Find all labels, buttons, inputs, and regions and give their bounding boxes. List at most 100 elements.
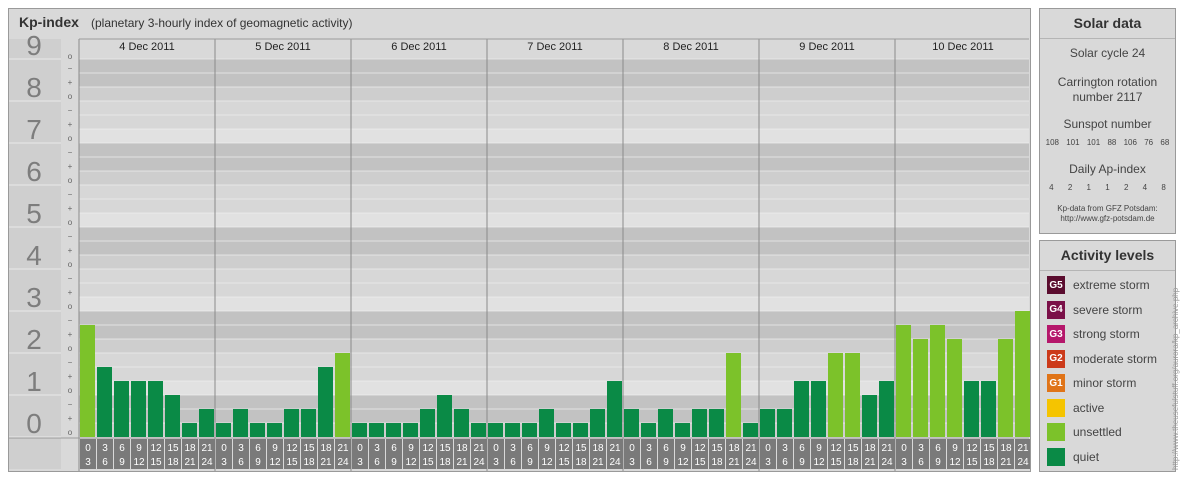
sunspot-values: 108 101 101 88 106 76 68: [1042, 138, 1173, 147]
y-minor-tick-label: +: [68, 162, 73, 171]
kp-bar: [981, 381, 996, 437]
interval-end-label: 15: [150, 457, 162, 468]
source-line-1: Kp-data from GFZ Potsdam:: [1057, 204, 1158, 213]
kp-bar: [335, 353, 350, 437]
sunspot-value-5: 76: [1144, 138, 1154, 147]
day-label: 5 Dec 2011: [255, 41, 310, 53]
interval-start-label: 9: [408, 443, 414, 454]
y-tick-label: 6: [26, 156, 42, 187]
level-swatch: G1: [1047, 374, 1065, 392]
kp-bar: [471, 423, 486, 437]
y-tick-label: 7: [26, 114, 42, 145]
interval-start-label: 12: [966, 443, 978, 454]
interval-start-label: 15: [575, 443, 587, 454]
interval-end-label: 24: [881, 457, 893, 468]
kp-bar: [386, 423, 401, 437]
kp-bar: [879, 381, 894, 437]
interval-start-label: 12: [422, 443, 434, 454]
level-label: moderate storm: [1073, 351, 1158, 366]
interval-end-label: 21: [592, 457, 604, 468]
interval-end-label: 12: [405, 457, 417, 468]
interval-end-label: 15: [422, 457, 434, 468]
y-minor-tick-label: o: [68, 218, 73, 227]
y-tick-label: 5: [26, 198, 42, 229]
kp-bar: [301, 408, 316, 437]
kp-bar: [369, 423, 384, 437]
interval-start-label: 6: [119, 443, 125, 454]
interval-end-label: 21: [320, 457, 332, 468]
y-minor-tick-label: o: [68, 52, 73, 61]
level-swatch: [1047, 447, 1065, 466]
y-tick-label: 3: [26, 282, 42, 313]
activity-level-2: G3 strong storm: [1047, 324, 1140, 344]
interval-end-label: 12: [949, 457, 961, 468]
interval-end-label: 18: [847, 457, 859, 468]
interval-end-label: 9: [935, 457, 941, 468]
interval-start-label: 21: [201, 443, 213, 454]
kp-bar: [896, 324, 911, 437]
source-link[interactable]: http://www.gfz-potsdam.de: [1040, 214, 1175, 224]
kp-bar: [794, 381, 809, 437]
y-tick-label: 9: [26, 30, 42, 61]
interval-end-label: 15: [830, 457, 842, 468]
level-swatch: G5: [1047, 276, 1065, 294]
ap-value-3: 1: [1105, 183, 1110, 192]
interval-end-label: 15: [286, 457, 298, 468]
y-minor-tick-label: +: [68, 204, 73, 213]
interval-start-label: 3: [510, 443, 516, 454]
interval-start-label: 21: [473, 443, 485, 454]
interval-end-label: 3: [629, 457, 635, 468]
y-minor-tick-label: −: [68, 358, 73, 367]
interval-end-label: 18: [575, 457, 587, 468]
y-minor-tick-label: −: [68, 64, 73, 73]
interval-start-label: 12: [694, 443, 706, 454]
day-label: 4 Dec 2011: [119, 41, 174, 53]
interval-end-label: 6: [374, 457, 380, 468]
interval-start-label: 3: [646, 443, 652, 454]
kp-bar: [556, 423, 571, 437]
kp-bar: [80, 324, 95, 437]
ap-value-1: 2: [1067, 183, 1073, 192]
kp-bar: [488, 423, 503, 437]
y-minor-tick-label: o: [68, 344, 73, 353]
y-tick-label: 1: [26, 366, 42, 397]
interval-end-label: 3: [493, 457, 499, 468]
band-low-7: [79, 129, 1029, 143]
sunspot-value-1: 101: [1066, 138, 1080, 147]
kp-bar: [811, 381, 826, 437]
interval-start-label: 0: [85, 443, 91, 454]
interval-start-label: 0: [493, 443, 499, 454]
interval-start-label: 9: [272, 443, 278, 454]
y-minor-tick-label: o: [68, 134, 73, 143]
ap-value-4: 2: [1123, 183, 1129, 192]
solar-data-title: Solar data: [1040, 9, 1175, 39]
interval-start-label: 18: [184, 443, 196, 454]
interval-end-label: 15: [966, 457, 978, 468]
interval-end-label: 12: [677, 457, 689, 468]
kp-bar: [403, 423, 418, 437]
carrington-rotation: Carrington rotation number 2117: [1057, 75, 1158, 104]
interval-start-label: 0: [221, 443, 227, 454]
y-minor-tick-label: −: [68, 190, 73, 199]
kp-bar: [505, 423, 520, 437]
y-minor-tick-label: +: [68, 78, 73, 87]
interval-start-label: 15: [303, 443, 315, 454]
sunspot-value-2: 101: [1086, 138, 1101, 147]
kp-bar: [743, 423, 758, 437]
y-minor-tick-label: +: [68, 414, 73, 423]
interval-start-label: 18: [456, 443, 468, 454]
interval-end-label: 12: [541, 457, 553, 468]
interval-end-label: 21: [728, 457, 740, 468]
interval-end-label: 12: [133, 457, 145, 468]
kp-chart: 0123456789o+−o+−o+−o+−o+−o+−o+−o+−o+−o4 …: [9, 30, 1030, 471]
kp-bar: [318, 366, 333, 437]
kp-bar: [828, 353, 843, 437]
sunspot-value-6: 68: [1160, 138, 1170, 147]
interval-start-label: 6: [663, 443, 669, 454]
kp-bar: [165, 395, 180, 437]
interval-start-label: 6: [935, 443, 941, 454]
interval-start-label: 18: [728, 443, 740, 454]
kp-bar: [964, 381, 979, 437]
kp-bar: [641, 423, 656, 437]
interval-end-label: 12: [813, 457, 825, 468]
